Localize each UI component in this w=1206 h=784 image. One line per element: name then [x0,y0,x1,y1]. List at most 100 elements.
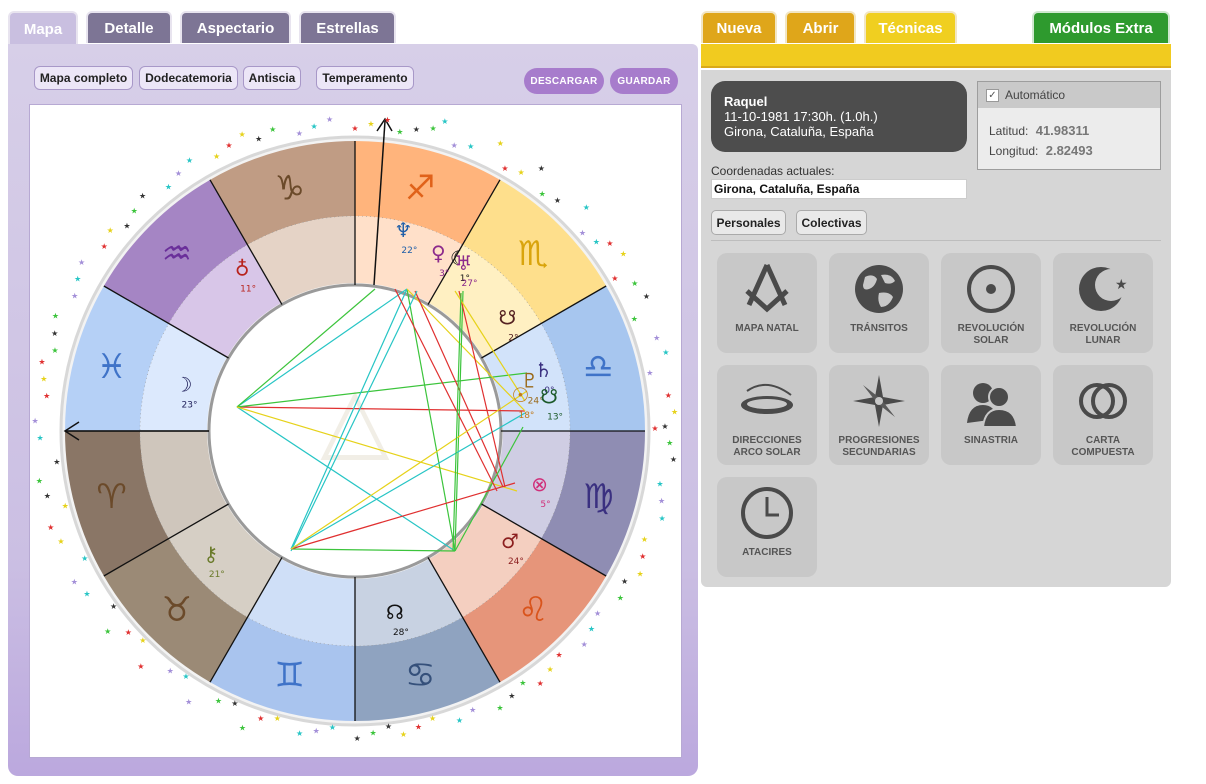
divider [711,240,1161,241]
planet-degree: 23° [182,400,198,410]
star-marker: ★ [62,502,69,511]
star-marker: ★ [496,704,503,713]
star-marker: ★ [519,679,526,688]
tab-mapa[interactable]: Mapa [8,11,78,45]
personales-button[interactable]: Personales [711,210,786,235]
module-sinastria[interactable]: SINASTRIA [941,365,1041,465]
star-marker: ★ [497,139,504,148]
star-marker: ★ [469,705,476,714]
star-marker: ★ [269,125,276,134]
module-revolucion-lunar[interactable]: ★ REVOLUCIÓN LUNAR [1053,253,1153,353]
planet-degree: 21° [209,570,225,580]
star-marker: ★ [231,699,238,708]
star-marker: ★ [43,392,50,401]
guardar-button[interactable]: GUARDAR [610,68,678,94]
tab-aspectario[interactable]: Aspectario [180,11,291,43]
auto-label: Automático [1005,88,1066,102]
planet-degree: 5° [540,500,550,510]
planet-degree: 3° [439,269,449,279]
sign-glyph: ♈︎ [96,477,126,517]
star-marker: ★ [215,697,222,706]
mapa-completo-button[interactable]: Mapa completo [34,66,133,90]
auto-row: ✓ Automático [978,82,1160,108]
star-marker: ★ [351,124,358,133]
colectivas-button[interactable]: Colectivas [796,210,867,235]
person-datetime: 11-10-1981 17:30h. (1.0h.) [724,109,878,124]
person-place: Girona, Cataluña, España [724,124,874,139]
module-revolucion-solar[interactable]: REVOLUCIÓN SOLAR [941,253,1041,353]
clock-icon [741,487,793,539]
star-marker: ★ [659,514,666,523]
planet-glyph: ☽ [175,372,193,396]
star-marker: ★ [225,141,232,150]
tab-modulos-extra[interactable]: Módulos Extra [1032,11,1170,43]
planet-degree: 27° [462,279,478,289]
star-marker: ★ [594,609,601,618]
star-marker: ★ [326,115,333,124]
star-marker: ★ [658,496,665,505]
star-marker: ★ [81,554,88,563]
star-marker: ★ [651,424,658,433]
star-marker: ★ [257,714,264,723]
planet-degree: 13° [547,413,563,423]
star-marker: ★ [400,730,407,739]
star-marker: ★ [71,292,78,301]
star-marker: ★ [671,407,678,416]
planet-degree: 24° [508,557,524,567]
planet-glyph: ⊗ [531,472,548,496]
antiscia-button[interactable]: Antiscia [243,66,301,90]
star-marker: ★ [44,492,51,501]
star-marker: ★ [71,578,78,587]
planet-degree: 22° [401,246,417,256]
tab-abrir[interactable]: Abrir [785,11,856,43]
star-marker: ★ [588,625,595,634]
star-marker: ★ [508,691,515,700]
star-marker: ★ [631,315,638,324]
star-marker: ★ [384,116,391,125]
module-transitos[interactable]: TRÁNSITOS [829,253,929,353]
star-marker: ★ [313,727,320,736]
module-direcciones-arco-solar[interactable]: DIRECCIONES ARCO SOLAR [717,365,817,465]
star-marker: ★ [139,636,146,645]
sign-glyph: ♌︎ [518,590,548,630]
star-marker: ★ [385,722,392,731]
star-marker: ★ [579,228,586,237]
tab-nueva[interactable]: Nueva [701,11,777,43]
star-marker: ★ [581,640,588,649]
star-marker: ★ [125,628,132,637]
module-label-2: ARCO SOLAR [733,447,801,458]
module-label: PROGRESIONES [838,435,920,446]
tecnicas-header-bar [701,44,1171,68]
auto-checkbox[interactable]: ✓ [986,88,999,102]
star-marker: ★ [396,127,403,136]
module-label: CARTA [1085,435,1121,446]
dodecatemoria-button[interactable]: Dodecatemoria [139,66,238,90]
tab-estrellas[interactable]: Estrellas [299,11,396,43]
longitude-label: Longitud: [989,144,1039,158]
person-card[interactable]: Raquel 11-10-1981 17:30h. (1.0h.) Girona… [711,81,967,152]
module-progresiones-secundarias[interactable]: PROGRESIONES SECUNDARIAS [829,365,929,465]
current-coords-input[interactable]: Girona, Cataluña, España [711,179,967,199]
module-atacires[interactable]: ATACIRES [717,477,817,577]
star-marker: ★ [501,164,508,173]
star-marker: ★ [78,258,85,267]
tab-tecnicas[interactable]: Técnicas [864,11,957,43]
star-marker: ★ [367,119,374,128]
planet-glyph: ☊ [386,600,404,624]
star-marker: ★ [131,206,138,215]
module-carta-compuesta[interactable]: CARTA COMPUESTA [1053,365,1153,465]
temperamento-button[interactable]: Temperamento [316,66,414,90]
star-marker: ★ [296,129,303,138]
descargar-button[interactable]: DESCARGAR [524,68,604,94]
tab-detalle[interactable]: Detalle [86,11,172,43]
star-marker: ★ [239,724,246,733]
module-label: DIRECCIONES [732,435,802,446]
sign-glyph: ♑︎ [275,169,305,209]
star-marker: ★ [51,346,58,355]
star-marker: ★ [137,662,144,671]
module-mapa-natal[interactable]: MAPA NATAL [717,253,817,353]
sign-glyph: ♐︎ [405,169,435,209]
person-name: Raquel [724,94,768,109]
star-marker: ★ [329,723,336,732]
astrological-wheel: △♈︎♉︎♊︎♋︎♌︎♍︎♎︎♏︎♐︎♑︎♒︎♓︎♆22°☾1°♀3°♅27°☋… [31,115,678,743]
